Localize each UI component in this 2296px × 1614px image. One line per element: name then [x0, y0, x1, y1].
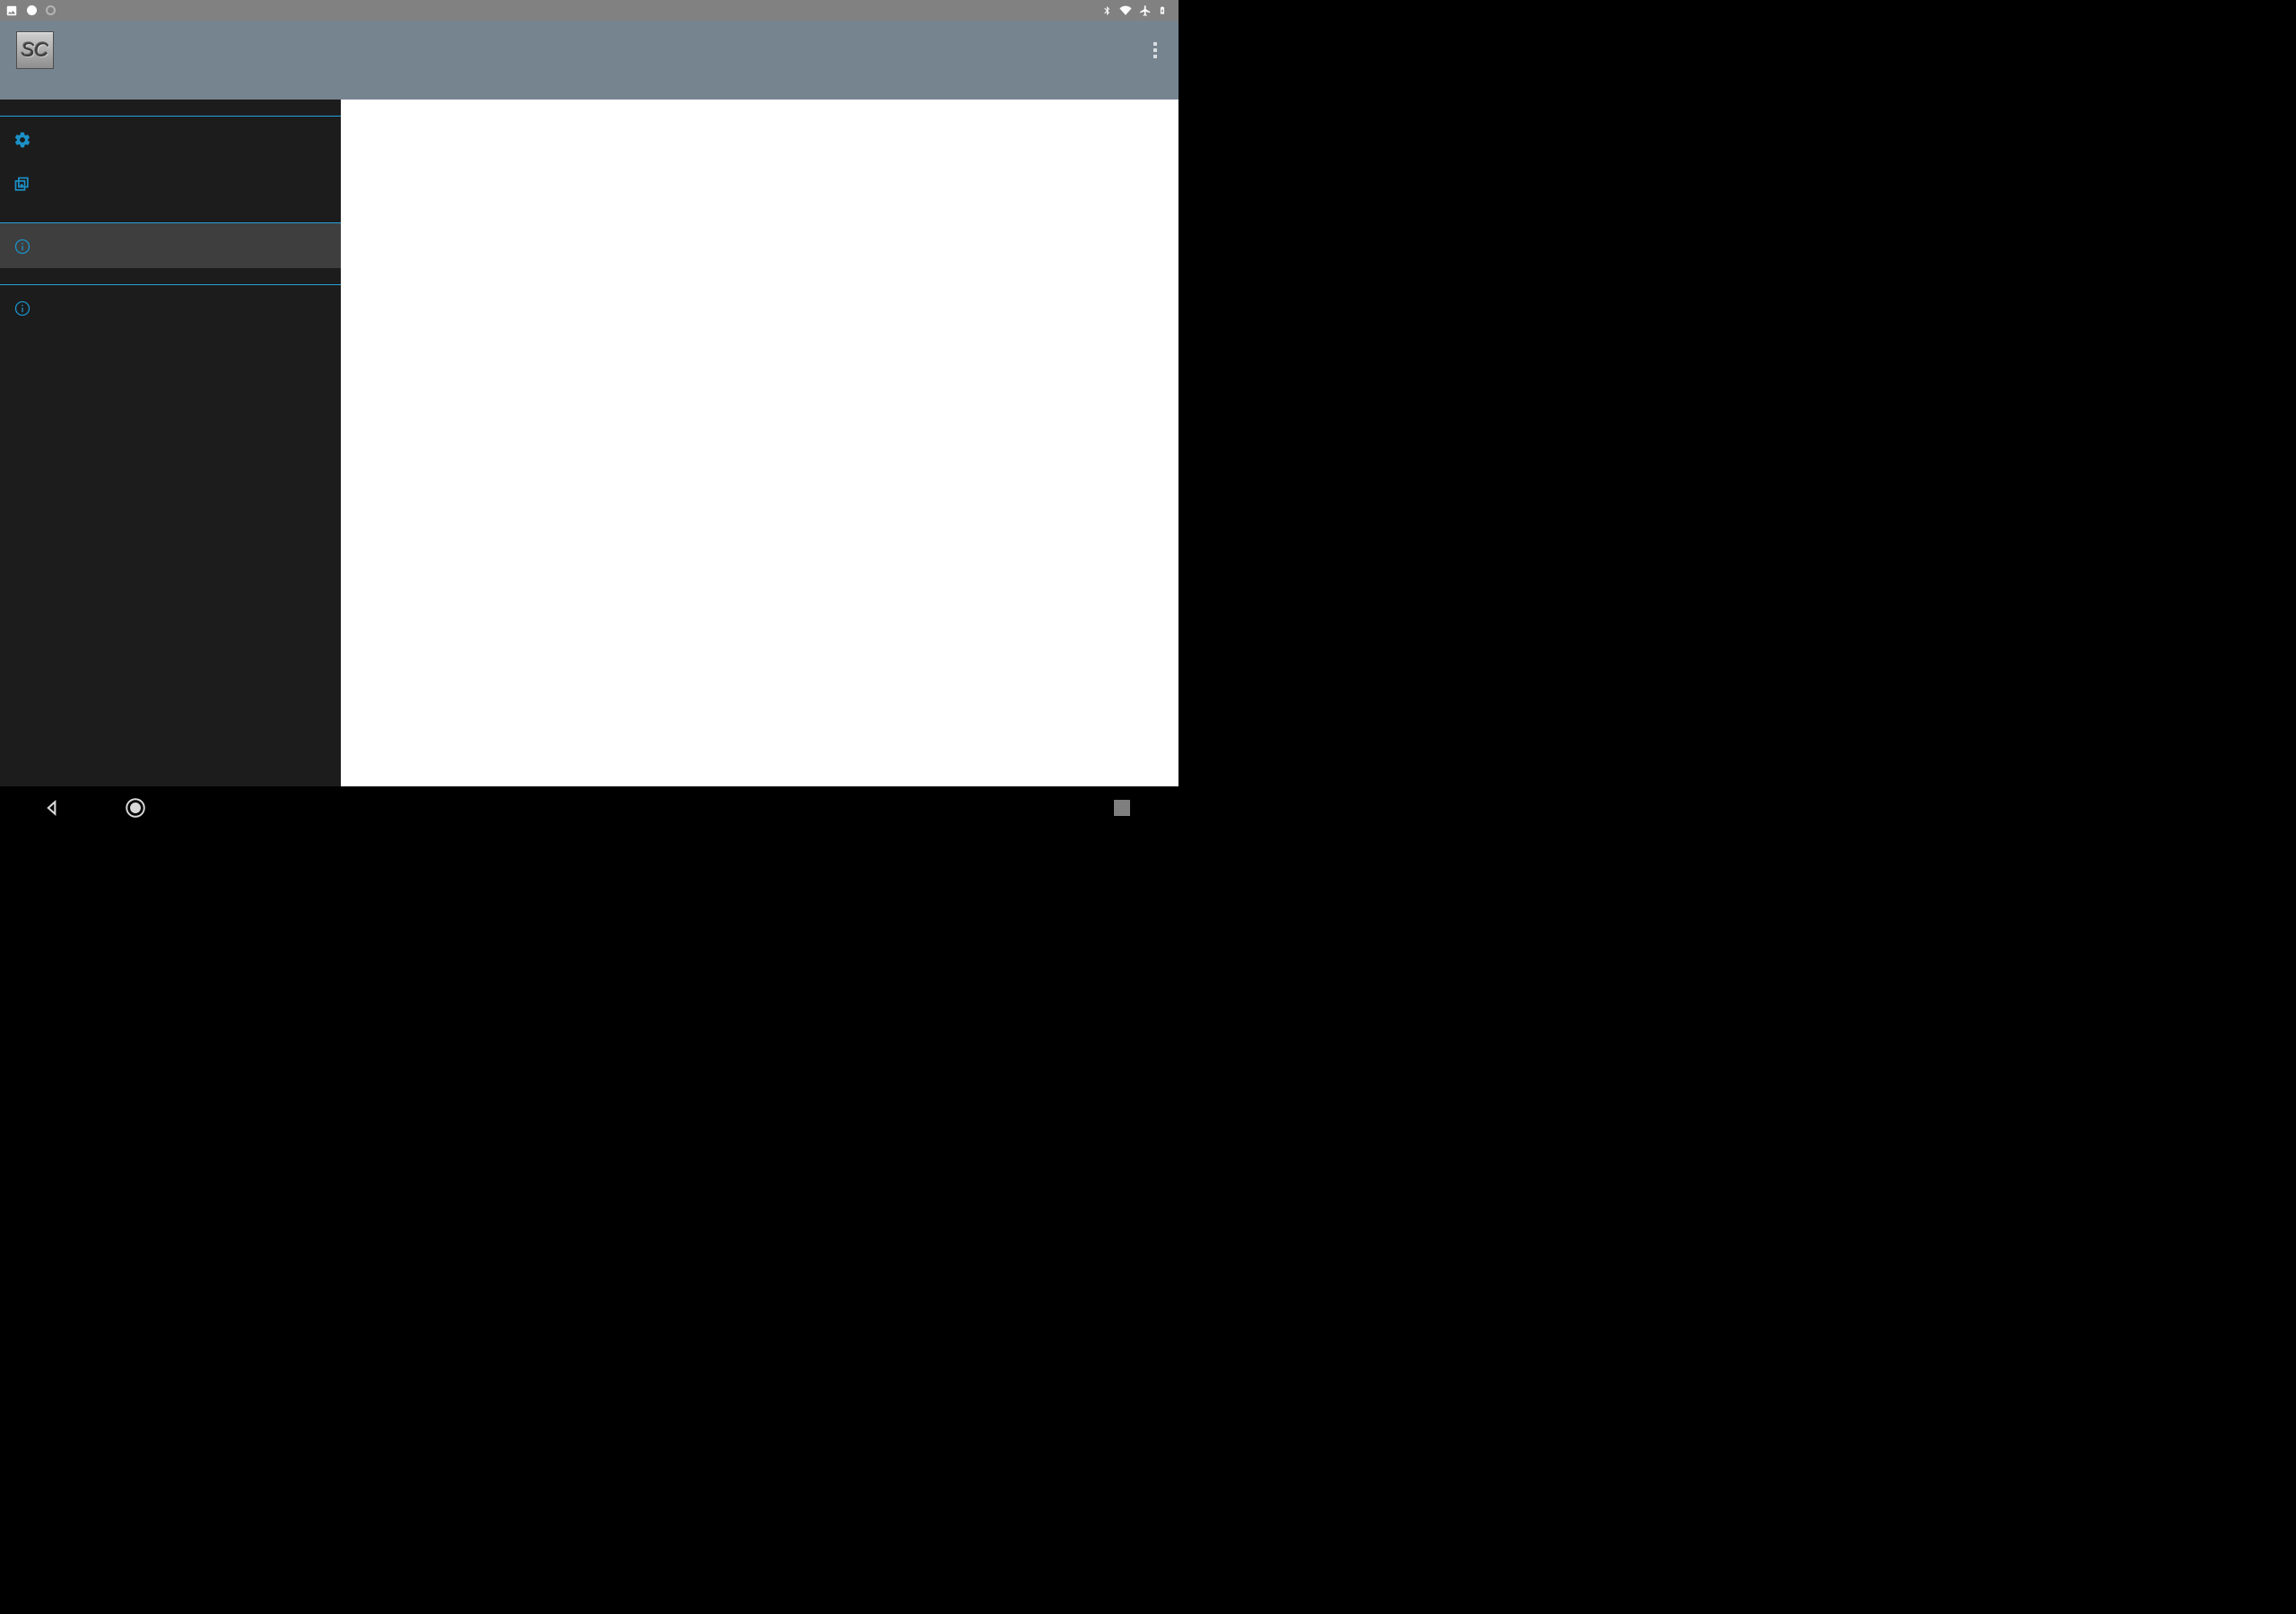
system-nav-bar: [0, 786, 1178, 829]
indicator-dot-inactive-icon: [46, 5, 56, 15]
home-button[interactable]: [124, 796, 147, 820]
action-bar: SC: [0, 21, 1178, 100]
detail-panel[interactable]: [341, 100, 1178, 786]
section-tablet-info: [0, 206, 341, 223]
sidebar-item-device[interactable]: [0, 223, 341, 268]
picture-icon: [5, 4, 18, 17]
back-button[interactable]: [43, 799, 61, 817]
bluetooth-icon: [1102, 4, 1112, 17]
section-test-tablet: [0, 100, 341, 117]
sidebar-item-component-test[interactable]: [0, 161, 341, 206]
sidebar-item-history[interactable]: [0, 285, 341, 330]
gear-icon: [11, 127, 34, 149]
section-test-history: [0, 268, 341, 285]
info-icon: [11, 234, 34, 256]
app-logo-icon: SC: [16, 31, 54, 69]
sidebar-item-system-test[interactable]: [0, 117, 341, 161]
overflow-menu-button[interactable]: [1144, 39, 1166, 61]
info-icon: [11, 296, 34, 317]
wifi-icon: [1118, 4, 1133, 16]
components-icon: [11, 172, 34, 194]
airplane-icon: [1139, 4, 1152, 17]
sidebar: [0, 100, 341, 786]
status-bar: [0, 0, 1178, 21]
recents-button[interactable]: [1114, 800, 1130, 816]
battery-icon: [1158, 4, 1167, 17]
indicator-dot-active-icon: [27, 5, 37, 15]
